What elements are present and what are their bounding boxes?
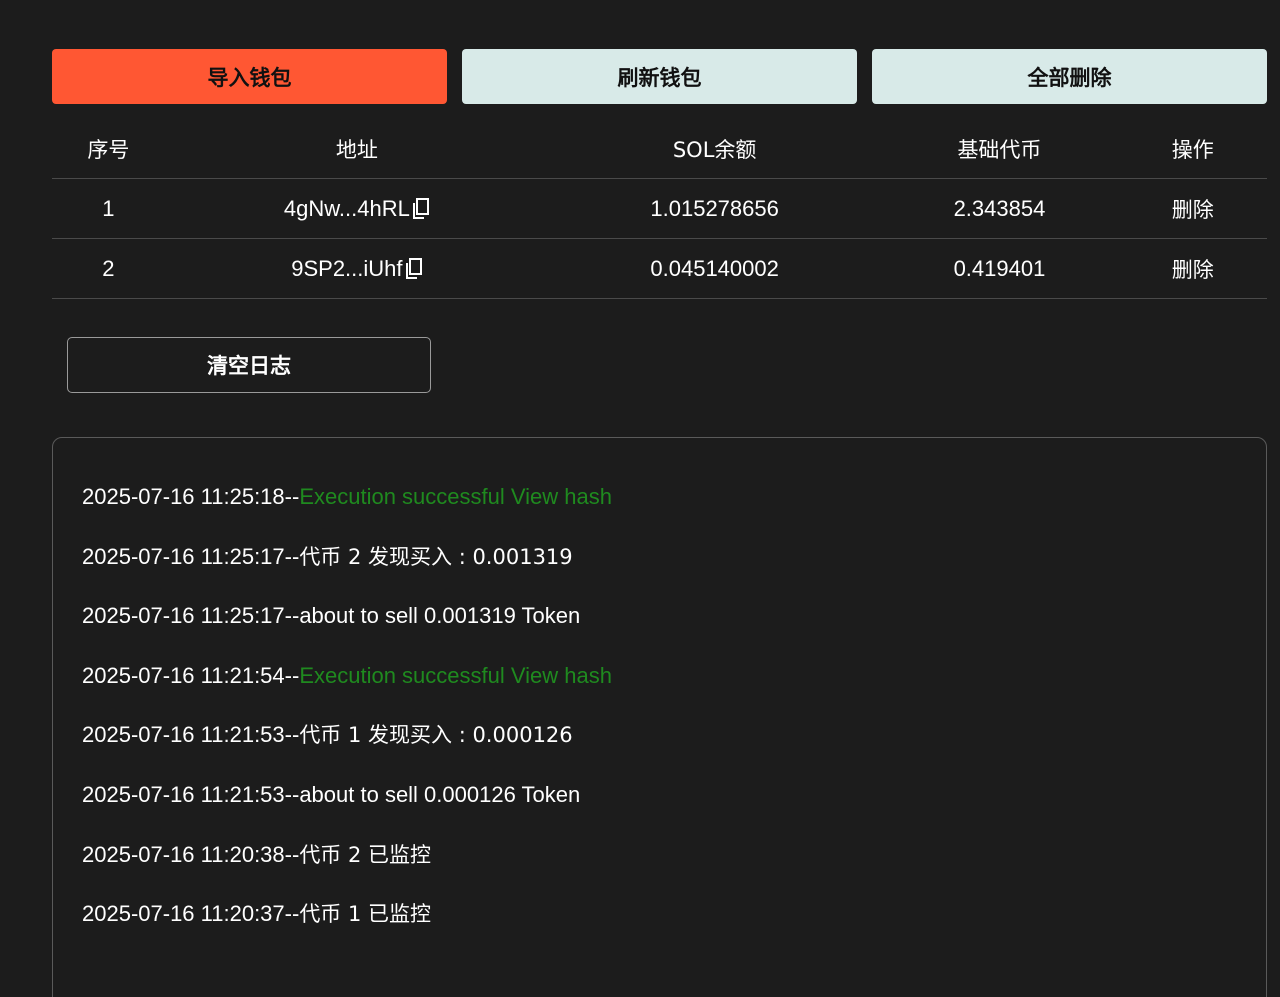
toolbar: 导入钱包 刷新钱包 全部删除 <box>52 49 1267 104</box>
row-sol-balance: 1.015278656 <box>548 178 881 239</box>
log-time: 2025-07-16 11:20:37-- <box>82 901 300 927</box>
table-row: 2 9SP2...iUhf 0.045140002 0.419401 删除 <box>52 238 1267 299</box>
header-base-token: 基础代币 <box>880 120 1119 179</box>
log-line: 2025-07-16 11:25:18--Execution successfu… <box>82 483 1266 511</box>
copy-icon[interactable] <box>405 257 423 280</box>
row-address: 4gNw...4hRL <box>283 195 410 221</box>
row-index: 2 <box>52 238 165 299</box>
delete-row-button[interactable]: 删除 <box>1172 198 1214 222</box>
import-wallet-button[interactable]: 导入钱包 <box>52 49 447 104</box>
log-line: 2025-07-16 11:21:53--代币 1 发现买入 : 0.00012… <box>82 721 1266 749</box>
log-text: 代币 1 发现买入 : 0.000126 <box>299 723 573 748</box>
log-panel: 2025-07-16 11:25:18--Execution successfu… <box>52 437 1267 997</box>
header-index: 序号 <box>52 120 165 179</box>
log-time: 2025-07-16 11:21:53-- <box>82 722 300 748</box>
log-time: 2025-07-16 11:25:18-- <box>82 484 300 509</box>
log-time: 2025-07-16 11:25:17-- <box>82 543 300 569</box>
delete-all-button[interactable]: 全部删除 <box>872 49 1267 104</box>
row-index: 1 <box>52 178 165 239</box>
copy-icon[interactable] <box>412 197 430 220</box>
log-time: 2025-07-16 11:20:38-- <box>82 841 300 867</box>
view-hash-link[interactable]: Execution successful View hash <box>299 484 612 509</box>
log-line: 2025-07-16 11:20:37--代币 1 已监控 <box>82 900 1266 928</box>
table-header-row: 序号 地址 SOL余额 基础代币 操作 <box>52 120 1267 179</box>
row-address-cell: 4gNw...4hRL <box>164 178 549 239</box>
view-hash-link[interactable]: Execution successful View hash <box>299 663 612 688</box>
log-text: about to sell 0.001319 Token <box>299 603 581 629</box>
row-address: 9SP2...iUhf <box>291 255 403 281</box>
delete-row-button[interactable]: 删除 <box>1172 258 1214 282</box>
header-action: 操作 <box>1118 120 1267 179</box>
log-time: 2025-07-16 11:25:17-- <box>82 603 300 629</box>
log-text: about to sell 0.000126 Token <box>299 781 581 807</box>
refresh-wallet-button[interactable]: 刷新钱包 <box>462 49 857 104</box>
log-line: 2025-07-16 11:20:38--代币 2 已监控 <box>82 841 1266 869</box>
row-action-cell: 删除 <box>1118 238 1267 299</box>
log-line: 2025-07-16 11:21:54--Execution successfu… <box>82 662 1266 690</box>
wallet-table: 序号 地址 SOL余额 基础代币 操作 1 4gNw...4hRL 1.0152… <box>52 120 1267 299</box>
row-action-cell: 删除 <box>1118 178 1267 239</box>
log-text: 代币 2 已监控 <box>299 842 432 867</box>
row-address-cell: 9SP2...iUhf <box>164 238 549 299</box>
row-base-token: 0.419401 <box>880 238 1119 299</box>
log-text: 代币 2 发现买入 : 0.001319 <box>299 544 573 569</box>
log-time: 2025-07-16 11:21:53-- <box>82 781 300 807</box>
row-sol-balance: 0.045140002 <box>548 238 881 299</box>
log-line: 2025-07-16 11:25:17--代币 2 发现买入 : 0.00131… <box>82 543 1266 571</box>
log-time: 2025-07-16 11:21:54-- <box>82 662 300 688</box>
log-line: 2025-07-16 11:21:53--about to sell 0.000… <box>82 781 1266 809</box>
table-row: 1 4gNw...4hRL 1.015278656 2.343854 删除 <box>52 178 1267 239</box>
log-line: 2025-07-16 11:25:17--about to sell 0.001… <box>82 602 1266 630</box>
header-address: 地址 <box>164 120 549 179</box>
row-base-token: 2.343854 <box>880 178 1119 239</box>
header-sol-balance: SOL余额 <box>548 120 881 179</box>
clear-log-button[interactable]: 清空日志 <box>67 337 431 393</box>
wallet-page: 导入钱包 刷新钱包 全部删除 序号 地址 SOL余额 基础代币 操作 1 4gN… <box>0 0 1280 997</box>
log-text: 代币 1 已监控 <box>299 902 432 927</box>
